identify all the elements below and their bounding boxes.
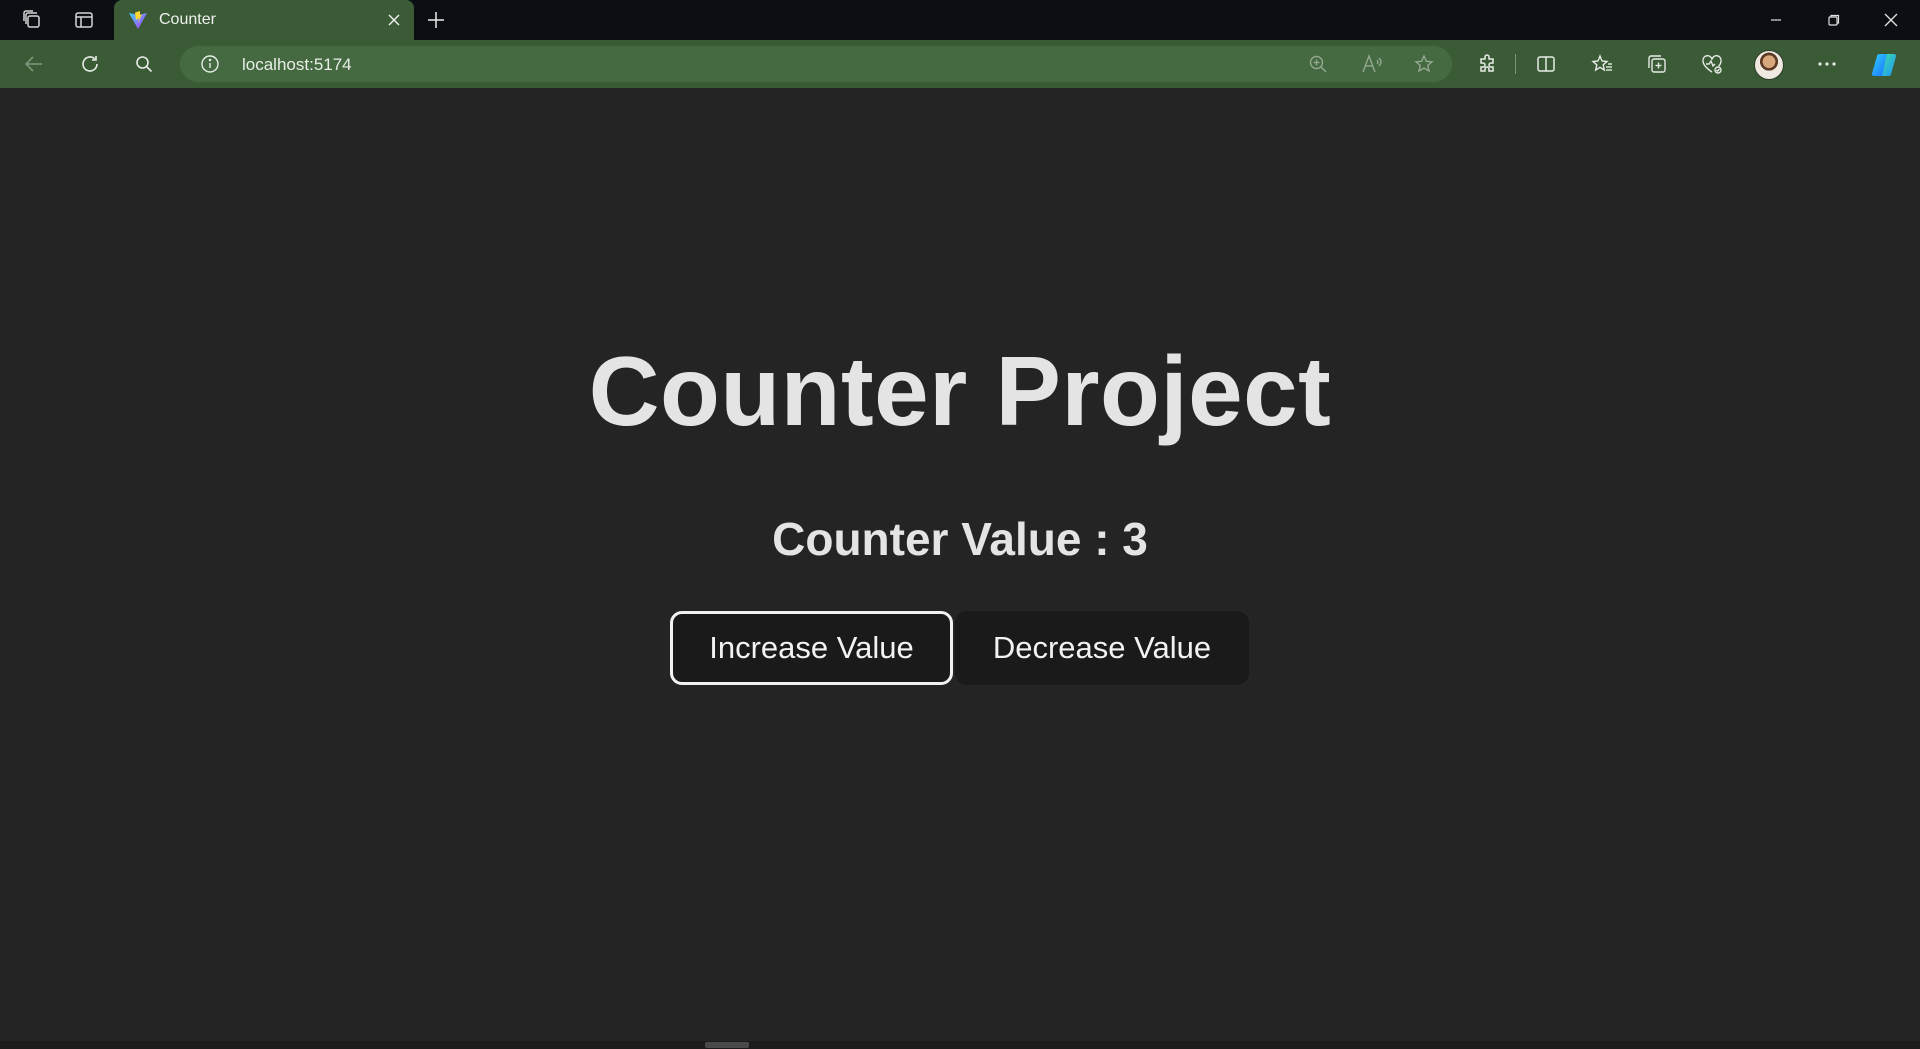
browser-toolbar: localhost:5174 (0, 40, 1920, 88)
read-aloud-icon[interactable] (1360, 52, 1384, 76)
tab-title: Counter (159, 11, 216, 28)
restore-icon[interactable] (1805, 0, 1863, 40)
tab-actions-icon[interactable] (72, 8, 96, 32)
favorites-icon[interactable] (1588, 50, 1616, 78)
profile-avatar[interactable] (1754, 50, 1784, 80)
collections-icon[interactable] (1643, 50, 1671, 78)
search-icon[interactable] (130, 50, 158, 78)
toolbar-separator (1515, 54, 1516, 74)
zoom-icon[interactable] (1306, 52, 1330, 76)
extensions-icon[interactable] (1473, 50, 1501, 78)
site-info-icon[interactable] (200, 54, 220, 74)
vite-logo-icon (128, 10, 148, 30)
page-title: Counter Project (588, 336, 1332, 446)
split-screen-icon[interactable] (1532, 50, 1560, 78)
browser-essentials-icon[interactable] (1698, 50, 1726, 78)
more-menu-icon[interactable] (1813, 50, 1841, 78)
favorite-star-icon[interactable] (1412, 52, 1436, 76)
tab-close-icon[interactable] (384, 10, 404, 30)
close-icon[interactable] (1862, 0, 1920, 40)
copilot-icon[interactable] (1870, 52, 1900, 78)
back-arrow-icon[interactable] (20, 50, 48, 78)
new-tab-icon[interactable] (422, 8, 450, 32)
workspaces-icon[interactable] (20, 8, 44, 32)
address-bar[interactable]: localhost:5174 (180, 46, 1452, 82)
horizontal-scrollbar[interactable] (0, 1041, 1920, 1049)
increase-value-button[interactable]: Increase Value (670, 611, 953, 685)
scrollbar-thumb[interactable] (705, 1042, 749, 1048)
refresh-icon[interactable] (76, 50, 104, 78)
decrease-value-button[interactable]: Decrease Value (955, 611, 1249, 685)
counter-value-text: Counter Value : 3 (772, 513, 1148, 565)
browser-titlebar: Counter (0, 0, 1920, 40)
address-url[interactable]: localhost:5174 (242, 55, 352, 75)
tab-counter[interactable]: Counter (114, 0, 414, 40)
minimize-icon[interactable] (1747, 0, 1805, 40)
